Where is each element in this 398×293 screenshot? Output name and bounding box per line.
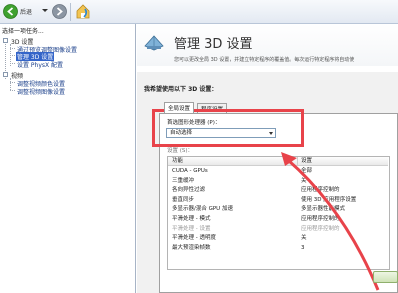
- back-arrow-icon: [3, 4, 18, 19]
- feature-cell: 平滑处理 - 设置: [172, 225, 211, 232]
- collapse-video-icon[interactable]: [3, 72, 8, 77]
- tree-connector: [10, 63, 15, 64]
- tree-connector: [10, 78, 11, 90]
- feature-cell: 最大预渲染帧数: [172, 244, 211, 251]
- tree-item-video-image[interactable]: 调整视频图像设置: [17, 87, 65, 96]
- tab-global-settings[interactable]: 全局设置: [164, 102, 195, 113]
- setting-cell: 应用程序控制的: [301, 225, 340, 232]
- settings-label: 设置 (S)：: [167, 148, 194, 154]
- table-row[interactable]: 垂直同步 使用 3D 应用程序设置: [168, 196, 388, 205]
- feature-cell: 垂直同步: [172, 196, 195, 203]
- header-banner: 管理 3D 设置 您可以更改全局 3D 设置，并建立特定程序的覆盖值。每次运行特…: [137, 24, 398, 66]
- feature-cell: 平滑处理 - 透明度: [172, 235, 216, 242]
- setting-cell: 应用程序控制的: [301, 216, 340, 222]
- apply-button[interactable]: [373, 271, 398, 283]
- task-panel: 选择一项任务... 3D 设置 通过预览调整图像设置 管理 3D 设置 设置 P…: [0, 24, 136, 293]
- settings-table[interactable]: 功能 设置 CUDA - GPUs 全部 三重缓冲关各向异性过滤 应用程序控制的 垂直同…: [167, 156, 390, 270]
- table-row[interactable]: 多显示器/混合 GPU 加速 多显示器性能模式: [168, 205, 388, 214]
- setting-cell: 多显示器性能模式: [301, 206, 346, 213]
- feature-cell: CUDA - GPUs: [172, 168, 208, 174]
- setting-cell: 应用程序控制的: [301, 187, 340, 194]
- task-panel-header: 选择一项任务...: [2, 28, 44, 35]
- feature-cell: 平滑处理 - 模式: [172, 216, 211, 222]
- column-header-setting[interactable]: 设置: [298, 157, 388, 166]
- section-title: 我希望使用以下 3D 设置：: [144, 86, 218, 93]
- table-row[interactable]: CUDA - GPUs 全部: [168, 167, 388, 176]
- table-row[interactable]: 最大预渲染帧数 3: [168, 244, 388, 253]
- forward-arrow-icon: [52, 4, 67, 19]
- tree-connector: [10, 90, 15, 91]
- tree-connector: [10, 55, 15, 56]
- setting-cell: 关: [301, 177, 307, 184]
- 3d-settings-icon: [144, 35, 164, 51]
- feature-cell: 各向异性过滤: [172, 187, 206, 194]
- setting-cell: 使用 3D 应用程序设置: [301, 196, 357, 203]
- tree-connector: [10, 82, 15, 83]
- collapse-3d-icon[interactable]: [3, 38, 8, 43]
- tree-item-physx-config[interactable]: 设置 PhysX 配置: [17, 60, 63, 69]
- back-button[interactable]: [3, 4, 18, 19]
- column-header-feature[interactable]: 功能: [168, 157, 298, 166]
- toolbar-separator: [70, 3, 71, 21]
- home-icon[interactable]: [75, 3, 91, 20]
- feature-cell: 多显示器/混合 GPU 加速: [172, 206, 233, 213]
- setting-cell: 关: [301, 235, 307, 242]
- table-row[interactable]: 平滑处理 - 透明度 关: [168, 234, 388, 243]
- forward-button[interactable]: [52, 4, 67, 19]
- back-label[interactable]: 后退: [20, 7, 32, 16]
- chevron-down-icon[interactable]: [42, 8, 48, 14]
- page-title: 管理 3D 设置: [174, 37, 253, 52]
- feature-cell: 三重缓冲: [172, 177, 195, 184]
- annotation-highlight-box: [152, 109, 304, 147]
- toolbar: 后退: [0, 0, 398, 24]
- table-row[interactable]: 三重缓冲 关: [168, 177, 388, 186]
- table-row[interactable]: 平滑处理 - 模式 应用程序控制的: [168, 215, 388, 224]
- table-row[interactable]: 平滑处理 - 设置 应用程序控制的: [168, 225, 388, 234]
- table-row[interactable]: 各向异性过滤 应用程序控制的: [168, 186, 388, 195]
- setting-cell: 全部: [301, 168, 313, 174]
- page-description: 您可以更改全局 3D 设置，并建立特定程序的覆盖值。每次运行特定程序将自动使: [174, 57, 355, 63]
- setting-cell: 3: [301, 244, 305, 251]
- tree-connector: [10, 48, 15, 49]
